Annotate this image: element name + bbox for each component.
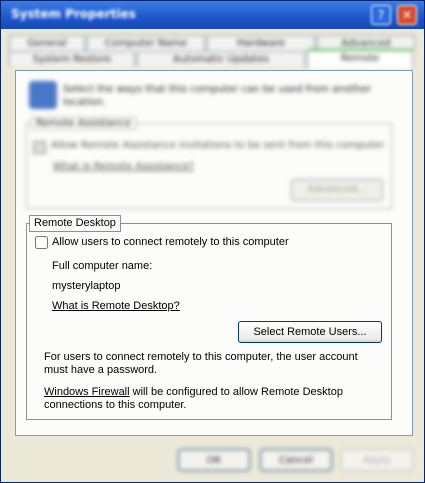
- tab-general[interactable]: General: [9, 35, 85, 51]
- computer-network-icon: [29, 81, 57, 109]
- select-remote-users-button[interactable]: Select Remote Users...: [238, 321, 382, 343]
- tab-strip: General Computer Name Hardware Advanced …: [7, 31, 417, 71]
- advanced-button[interactable]: Advanced...: [291, 179, 383, 201]
- question-icon: ?: [377, 8, 385, 22]
- tab-system-restore[interactable]: System Restore: [9, 51, 135, 67]
- close-button[interactable]: ✕: [397, 5, 417, 25]
- remote-desktop-legend: Remote Desktop: [29, 215, 121, 232]
- system-properties-window: System Properties ? ✕ General Computer N…: [0, 0, 425, 483]
- window-title: System Properties: [11, 7, 136, 21]
- intro-text: Select the ways that this computer can b…: [63, 84, 372, 108]
- allow-remote-desktop-label[interactable]: Allow users to connect remotely to this …: [52, 236, 289, 249]
- computer-name-value: mysterylaptop: [52, 280, 121, 292]
- tab-computer-name[interactable]: Computer Name: [87, 35, 205, 51]
- firewall-note: Windows Firewall will be configured to a…: [44, 386, 384, 412]
- tab-automatic-updates[interactable]: Automatic Updates: [137, 51, 305, 67]
- tab-hardware[interactable]: Hardware: [207, 35, 315, 51]
- help-button[interactable]: ?: [371, 5, 391, 25]
- remote-assistance-checkbox[interactable]: [33, 141, 46, 154]
- what-is-remote-assistance-link[interactable]: What is Remote Assistance?: [53, 161, 194, 172]
- full-computer-name-label: Full computer name:: [52, 260, 153, 272]
- title-bar: System Properties ? ✕: [1, 1, 424, 29]
- account-password-note: For users to connect remotely to this co…: [44, 351, 358, 376]
- remote-assistance-legend: Remote Assistance: [31, 117, 137, 130]
- close-icon: ✕: [401, 8, 413, 22]
- remote-assistance-label: Allow Remote Assistance invitations to b…: [51, 140, 385, 151]
- what-is-remote-desktop-link[interactable]: What is Remote Desktop?: [52, 300, 180, 312]
- ok-button[interactable]: OK: [178, 449, 250, 471]
- allow-remote-desktop-checkbox[interactable]: [35, 236, 48, 249]
- cancel-button[interactable]: Cancel: [260, 449, 332, 471]
- windows-firewall-link[interactable]: Windows Firewall: [44, 386, 130, 398]
- apply-button[interactable]: Apply: [341, 449, 413, 471]
- tab-remote[interactable]: Remote: [307, 49, 413, 69]
